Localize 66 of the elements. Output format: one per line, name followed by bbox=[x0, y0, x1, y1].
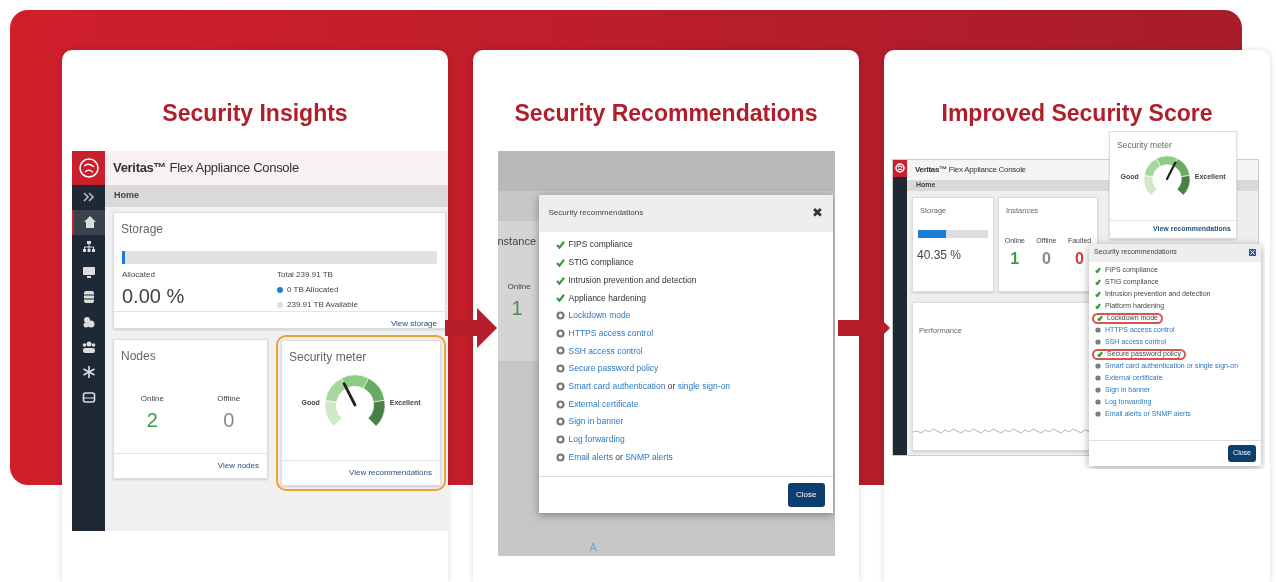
widget-title: Security meter bbox=[1116, 138, 1173, 152]
stat-value: 0 bbox=[1040, 248, 1052, 269]
users-icon bbox=[81, 340, 96, 354]
recommendation-link[interactable]: Sign in banner bbox=[568, 415, 624, 429]
recommendation-link[interactable]: Lockdown mode bbox=[568, 309, 631, 322]
recommendation-link[interactable]: HTTPS access control bbox=[568, 326, 654, 340]
panel-title: Improved Security Score bbox=[941, 99, 1213, 128]
recommendation-link[interactable]: External certificate bbox=[568, 397, 639, 411]
storage-label: Allocated bbox=[122, 268, 156, 281]
view-storage-link[interactable]: View storage bbox=[390, 317, 437, 330]
close-button[interactable]: Close bbox=[788, 482, 825, 507]
close-button[interactable]: ✖ bbox=[811, 203, 823, 223]
breadcrumb[interactable]: Home bbox=[105, 184, 448, 207]
expand-icon bbox=[81, 190, 96, 204]
legend-label: 0 TB Allocated bbox=[287, 283, 339, 296]
stat-value: 0 bbox=[1074, 248, 1085, 269]
recommendation-link[interactable]: Smart card authentication bbox=[568, 380, 666, 391]
hierarchy-icon bbox=[81, 240, 96, 254]
dimmed-stat-label: Online bbox=[507, 281, 532, 293]
sidebar-nav-item[interactable] bbox=[72, 209, 105, 235]
view-nodes-link[interactable]: View nodes bbox=[217, 459, 259, 472]
widget-title: Security meter bbox=[288, 348, 368, 366]
close-icon bbox=[1249, 249, 1256, 256]
home-icon bbox=[82, 215, 97, 229]
globe-logo-icon bbox=[78, 157, 99, 178]
gauge-drawing bbox=[324, 374, 385, 426]
storage-percent: 40.35 % bbox=[916, 247, 963, 265]
legend-label: 239.91 TB Available bbox=[287, 298, 358, 311]
recommendation-link[interactable]: Log forwarding bbox=[568, 433, 625, 446]
database-icon bbox=[81, 290, 96, 304]
view-recommendations-link[interactable]: View recommendations bbox=[349, 466, 432, 479]
stat-value: 0 bbox=[222, 407, 236, 433]
stat-value: 1 bbox=[1009, 248, 1021, 269]
dimmed-heading: nstance bbox=[497, 233, 537, 249]
recommendation-text: Intrusion prevention and detection bbox=[568, 273, 697, 287]
stat-value: 2 bbox=[145, 407, 159, 433]
widget-title: Nodes bbox=[120, 347, 157, 365]
panel-title: Security Insights bbox=[162, 99, 348, 128]
globe-logo-icon bbox=[895, 163, 905, 173]
recommendation-text: Smart card authentication or single sign-on bbox=[568, 379, 731, 393]
recommendation-text: FIPS compliance bbox=[568, 238, 633, 252]
app-title: Veritas™ Flex Appliance Console bbox=[915, 163, 1026, 176]
dimmed-fragment: A bbox=[589, 540, 597, 555]
recommendation-text: Email alerts or SNMP alerts bbox=[568, 450, 673, 464]
dialog-title: Security recommendations bbox=[548, 207, 644, 219]
cubes-icon bbox=[81, 315, 96, 329]
recommendation-link[interactable]: SNMP alerts bbox=[625, 451, 673, 462]
recommendation-text: STIG compliance bbox=[568, 256, 634, 269]
asterisk-icon bbox=[81, 365, 96, 379]
drive-icon bbox=[81, 390, 96, 404]
widget-title: Storage bbox=[120, 220, 165, 238]
storage-percent: 0.00 % bbox=[122, 283, 186, 309]
stat-label: Offline bbox=[217, 392, 241, 405]
app-title: Veritas™ Flex Appliance Console bbox=[113, 158, 299, 177]
recommendation-link[interactable]: SSH access control bbox=[568, 344, 643, 358]
monitor-icon bbox=[81, 265, 96, 279]
stat-label: Online bbox=[140, 392, 164, 405]
recommendation-link[interactable]: single sign-on bbox=[677, 380, 731, 391]
arrow-icon bbox=[445, 308, 497, 348]
recommendation-link[interactable]: Secure password policy bbox=[568, 362, 659, 376]
gauge-drawing bbox=[1143, 155, 1191, 196]
storage-total: Total 239.91 TB bbox=[277, 268, 334, 281]
recommendation-link[interactable]: Email alerts bbox=[568, 451, 613, 462]
panel-title: Security Recommendations bbox=[514, 99, 818, 128]
recommendation-text: Appliance hardening bbox=[568, 291, 646, 305]
dimmed-stat-value: 1 bbox=[511, 296, 524, 321]
